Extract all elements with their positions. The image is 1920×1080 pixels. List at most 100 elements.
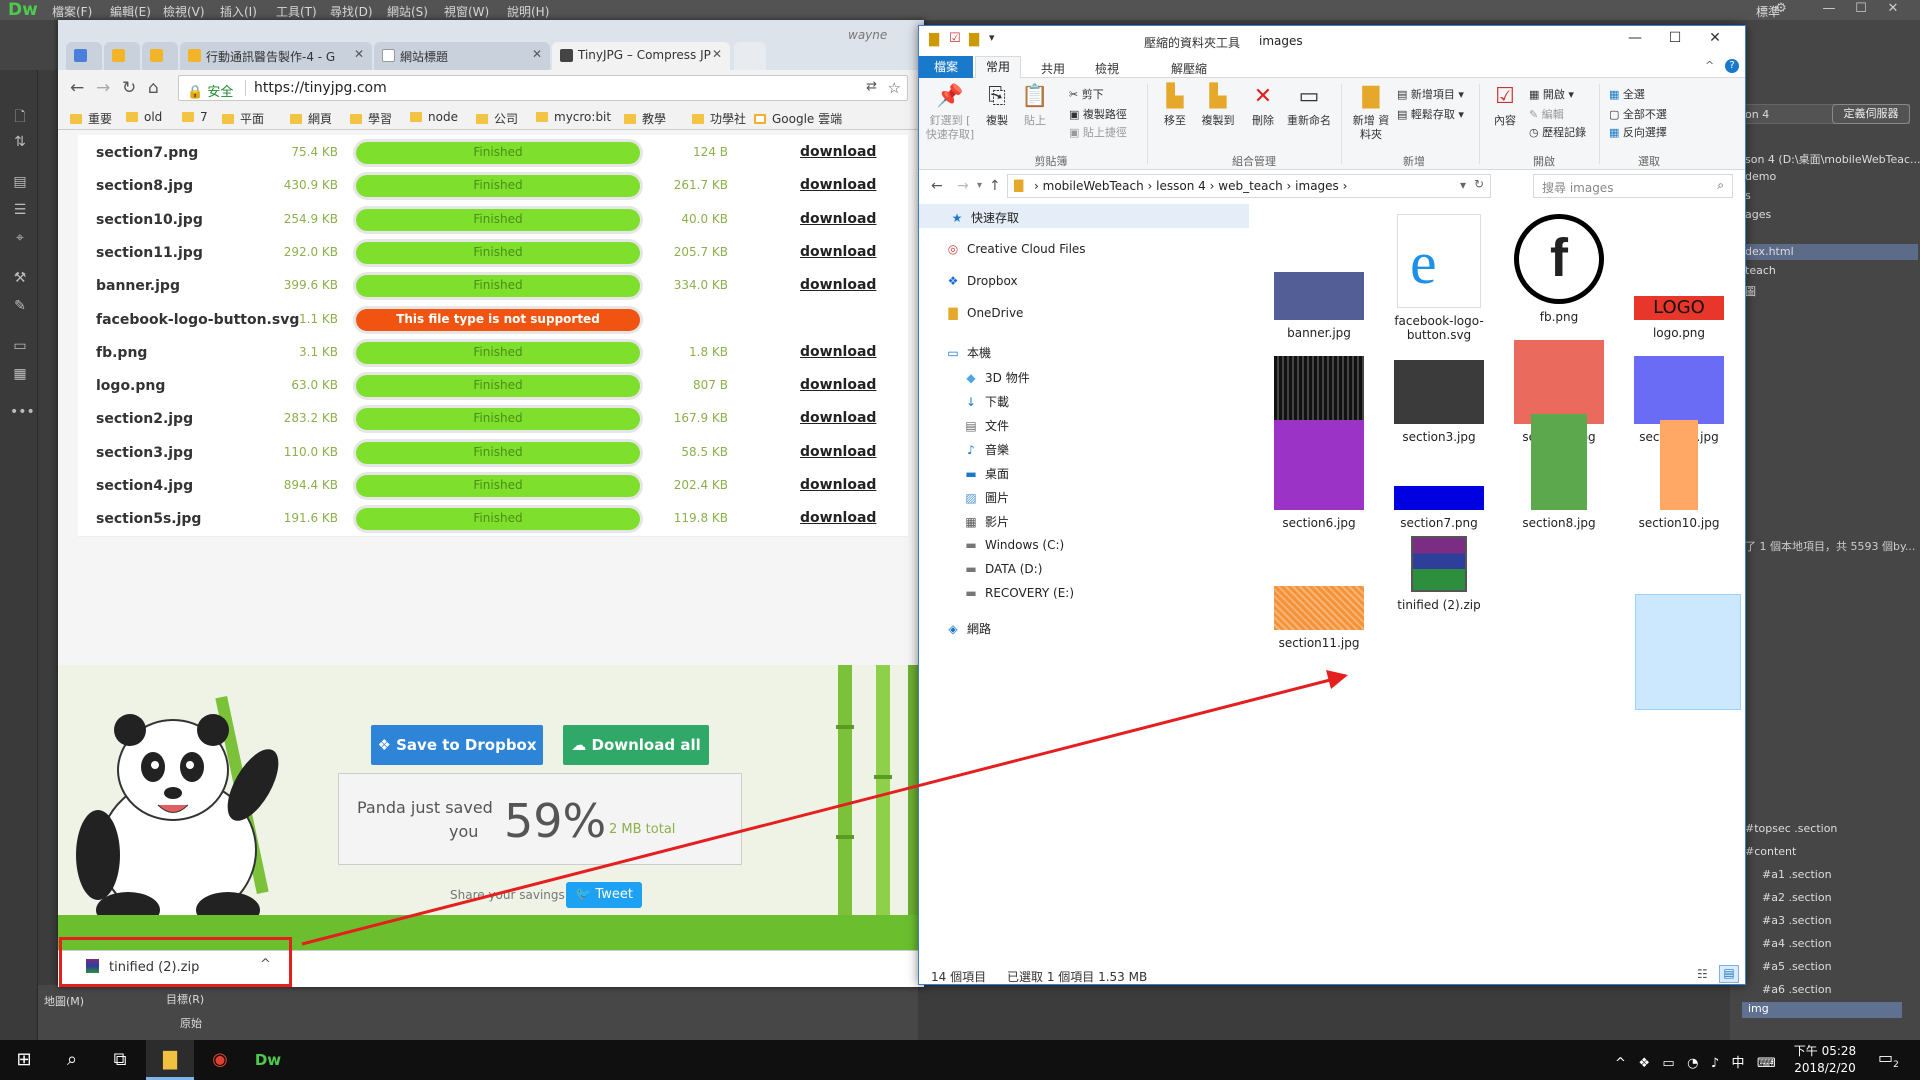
copy-path-button[interactable]: ▣ 複製路徑 xyxy=(1069,106,1127,122)
windows-start-icon[interactable]: ⊞ xyxy=(0,1040,48,1080)
rename-button[interactable]: ▭ 重新命名 xyxy=(1283,82,1335,128)
invert-selection-button[interactable]: ▦ 反向選擇 xyxy=(1609,124,1667,140)
help-icon[interactable]: ? xyxy=(1725,59,1739,73)
select-all-button[interactable]: ▦ 全選 xyxy=(1609,86,1645,102)
nav-item[interactable]: ▬ DATA (D:) xyxy=(963,562,1042,576)
browser-tab[interactable]: 行動通訊醫告製作-4 - G ✕ xyxy=(180,42,372,70)
page-icon[interactable]: ▤ xyxy=(10,174,30,194)
bookmark-folder[interactable]: 網頁 xyxy=(290,110,332,127)
nav-item[interactable]: ▬ RECOVERY (E:) xyxy=(963,586,1074,600)
download-link[interactable]: download xyxy=(800,211,876,227)
nav-item[interactable]: ↓ 下載 xyxy=(963,393,1009,410)
dom-node[interactable]: #a4 .section xyxy=(1762,937,1832,950)
file-item[interactable]: e facebook-logo-button.svg xyxy=(1389,212,1489,342)
target-icon[interactable]: ⌖ xyxy=(10,230,30,250)
breadcrumb-item[interactable]: images xyxy=(1295,179,1339,193)
bookmark-folder[interactable]: node xyxy=(410,110,458,124)
tab-home[interactable]: 常用 xyxy=(975,56,1021,78)
nav-item[interactable]: ▬ Windows (C:) xyxy=(963,538,1064,552)
bookmark-folder[interactable]: mycro:bit xyxy=(536,110,611,124)
menu-find[interactable]: 尋找(D) xyxy=(330,3,373,20)
dom-node[interactable]: #a2 .section xyxy=(1762,891,1832,904)
tree-item[interactable]: dex.html xyxy=(1745,245,1794,258)
dom-node[interactable]: #a6 .section xyxy=(1762,983,1832,996)
bookmark-folder[interactable]: 公司 xyxy=(476,110,518,127)
tab-close-icon[interactable]: ✕ xyxy=(354,47,364,61)
menu-edit[interactable]: 編輯(E) xyxy=(110,3,151,20)
cut-button[interactable]: ✂ 剪下 xyxy=(1069,86,1104,102)
dom-node[interactable]: #topsec .section xyxy=(1745,822,1837,835)
recent-chevron-icon[interactable]: ▾ xyxy=(977,180,982,191)
properties-button[interactable]: ☑ 內容 xyxy=(1485,82,1525,128)
forward-icon[interactable]: → xyxy=(957,178,969,194)
nav-item[interactable]: ◎ Creative Cloud Files xyxy=(945,242,1086,256)
download-link[interactable]: download xyxy=(800,377,876,393)
menu-file[interactable]: 檔案(F) xyxy=(52,3,92,20)
tree-item[interactable]: ages xyxy=(1745,208,1771,221)
minimize-icon[interactable]: — xyxy=(1816,0,1842,18)
address-bar[interactable]: 🔒 安全 https://tinyjpg.com ⇄ ☆ xyxy=(178,75,908,101)
wrench-icon[interactable]: ⚒ xyxy=(10,270,30,290)
url-text[interactable]: https://tinyjpg.com xyxy=(245,80,387,96)
tab-share[interactable]: 共用 xyxy=(1041,60,1065,77)
file-item[interactable]: LOGO logo.png xyxy=(1629,224,1729,340)
download-link[interactable]: download xyxy=(800,477,876,493)
bookmark-folder[interactable]: 教學 xyxy=(624,110,666,127)
nav-item[interactable]: ★ 快速存取 xyxy=(949,209,1019,226)
history-button[interactable]: ◷ 歷程記錄 xyxy=(1529,124,1586,140)
secure-indicator[interactable]: 🔒 安全 xyxy=(187,81,233,100)
maximize-icon[interactable]: ☐ xyxy=(1848,0,1874,18)
maximize-icon[interactable]: ☐ xyxy=(1655,30,1695,46)
new-folder-quick-icon[interactable]: ▇ xyxy=(969,32,979,47)
more-icon[interactable]: ••• xyxy=(10,404,35,424)
system-tray[interactable]: ^ ❖ ▭ ◔ ♪ 中 ⌨ xyxy=(1615,1052,1776,1071)
tab-file[interactable]: 檔案 xyxy=(919,56,973,78)
nav-item[interactable]: ▨ 圖片 xyxy=(963,489,1009,506)
details-view-icon[interactable]: ☷ xyxy=(1697,967,1708,981)
define-server-button[interactable]: 定義伺服器 xyxy=(1832,104,1910,124)
format-icon[interactable]: ▦ xyxy=(10,366,30,386)
breadcrumb-item[interactable]: lesson 4 xyxy=(1156,179,1206,193)
bookmark-folder[interactable]: 重要 xyxy=(70,110,112,127)
bookmark-folder[interactable]: 功學社 xyxy=(692,110,746,127)
chevron-up-icon[interactable]: ^ xyxy=(1615,1056,1626,1071)
tweet-button[interactable]: 🐦 Tweet xyxy=(566,882,642,908)
nav-item[interactable]: ▤ 文件 xyxy=(963,417,1009,434)
nav-item[interactable]: ▭ 本機 xyxy=(945,344,991,361)
gear-icon[interactable]: ⚙ xyxy=(1768,0,1794,18)
menu-site[interactable]: 網站(S) xyxy=(387,3,428,20)
dreamweaver-taskbar-icon[interactable]: Dw xyxy=(244,1040,292,1080)
nav-item[interactable]: ♪ 音樂 xyxy=(963,441,1009,458)
dom-node[interactable]: #content xyxy=(1745,845,1796,858)
chevron-down-icon[interactable]: ▾ xyxy=(989,31,995,44)
large-icons-view-icon[interactable]: ▤ xyxy=(1719,965,1739,983)
forward-icon[interactable]: → xyxy=(96,78,110,98)
tree-item[interactable]: teach xyxy=(1745,264,1776,277)
new-folder-button[interactable]: ▇ 新增 資料夾 xyxy=(1349,82,1393,142)
dropbox-tray-icon[interactable]: ❖ xyxy=(1638,1056,1650,1071)
refresh-icon[interactable]: ↻ xyxy=(1474,177,1484,191)
nav-item[interactable]: ❖ Dropbox xyxy=(945,274,1018,288)
menu-help[interactable]: 說明(H) xyxy=(507,3,549,20)
nav-item[interactable]: ◆ 3D 物件 xyxy=(963,369,1029,386)
chevron-up-icon[interactable]: ^ xyxy=(1705,59,1714,72)
properties-quick-icon[interactable]: ☑ xyxy=(949,31,961,46)
list-icon[interactable]: ☰ xyxy=(10,202,30,222)
brush-icon[interactable]: ✎ xyxy=(10,298,30,318)
breadcrumb[interactable]: ▇ › mobileWebTeach › lesson 4 › web_teac… xyxy=(1007,174,1491,198)
nav-item[interactable]: ◈ 網路 xyxy=(945,620,991,637)
battery-icon[interactable]: ▭ xyxy=(1662,1056,1674,1071)
browser-tab[interactable] xyxy=(66,42,102,70)
file-item[interactable]: tinified (2).zip xyxy=(1389,522,1489,612)
select-none-button[interactable]: ▢ 全部不選 xyxy=(1609,106,1667,122)
copy-button[interactable]: ⎘ 複製 xyxy=(977,82,1017,128)
download-link[interactable]: download xyxy=(800,144,876,160)
file-item[interactable]: banner.jpg xyxy=(1269,224,1369,340)
menu-view[interactable]: 檢視(V) xyxy=(163,3,205,20)
sort-icon[interactable]: ⇅ xyxy=(10,134,30,154)
tab-close-icon[interactable]: ✕ xyxy=(712,47,722,61)
bookmark-folder[interactable]: old xyxy=(126,110,162,124)
menu-insert[interactable]: 插入(I) xyxy=(220,3,257,20)
pin-quick-access-button[interactable]: 📌 釘選到 [ 快速存取] xyxy=(925,82,975,142)
paste-button[interactable]: 📋 貼上 xyxy=(1015,82,1055,128)
